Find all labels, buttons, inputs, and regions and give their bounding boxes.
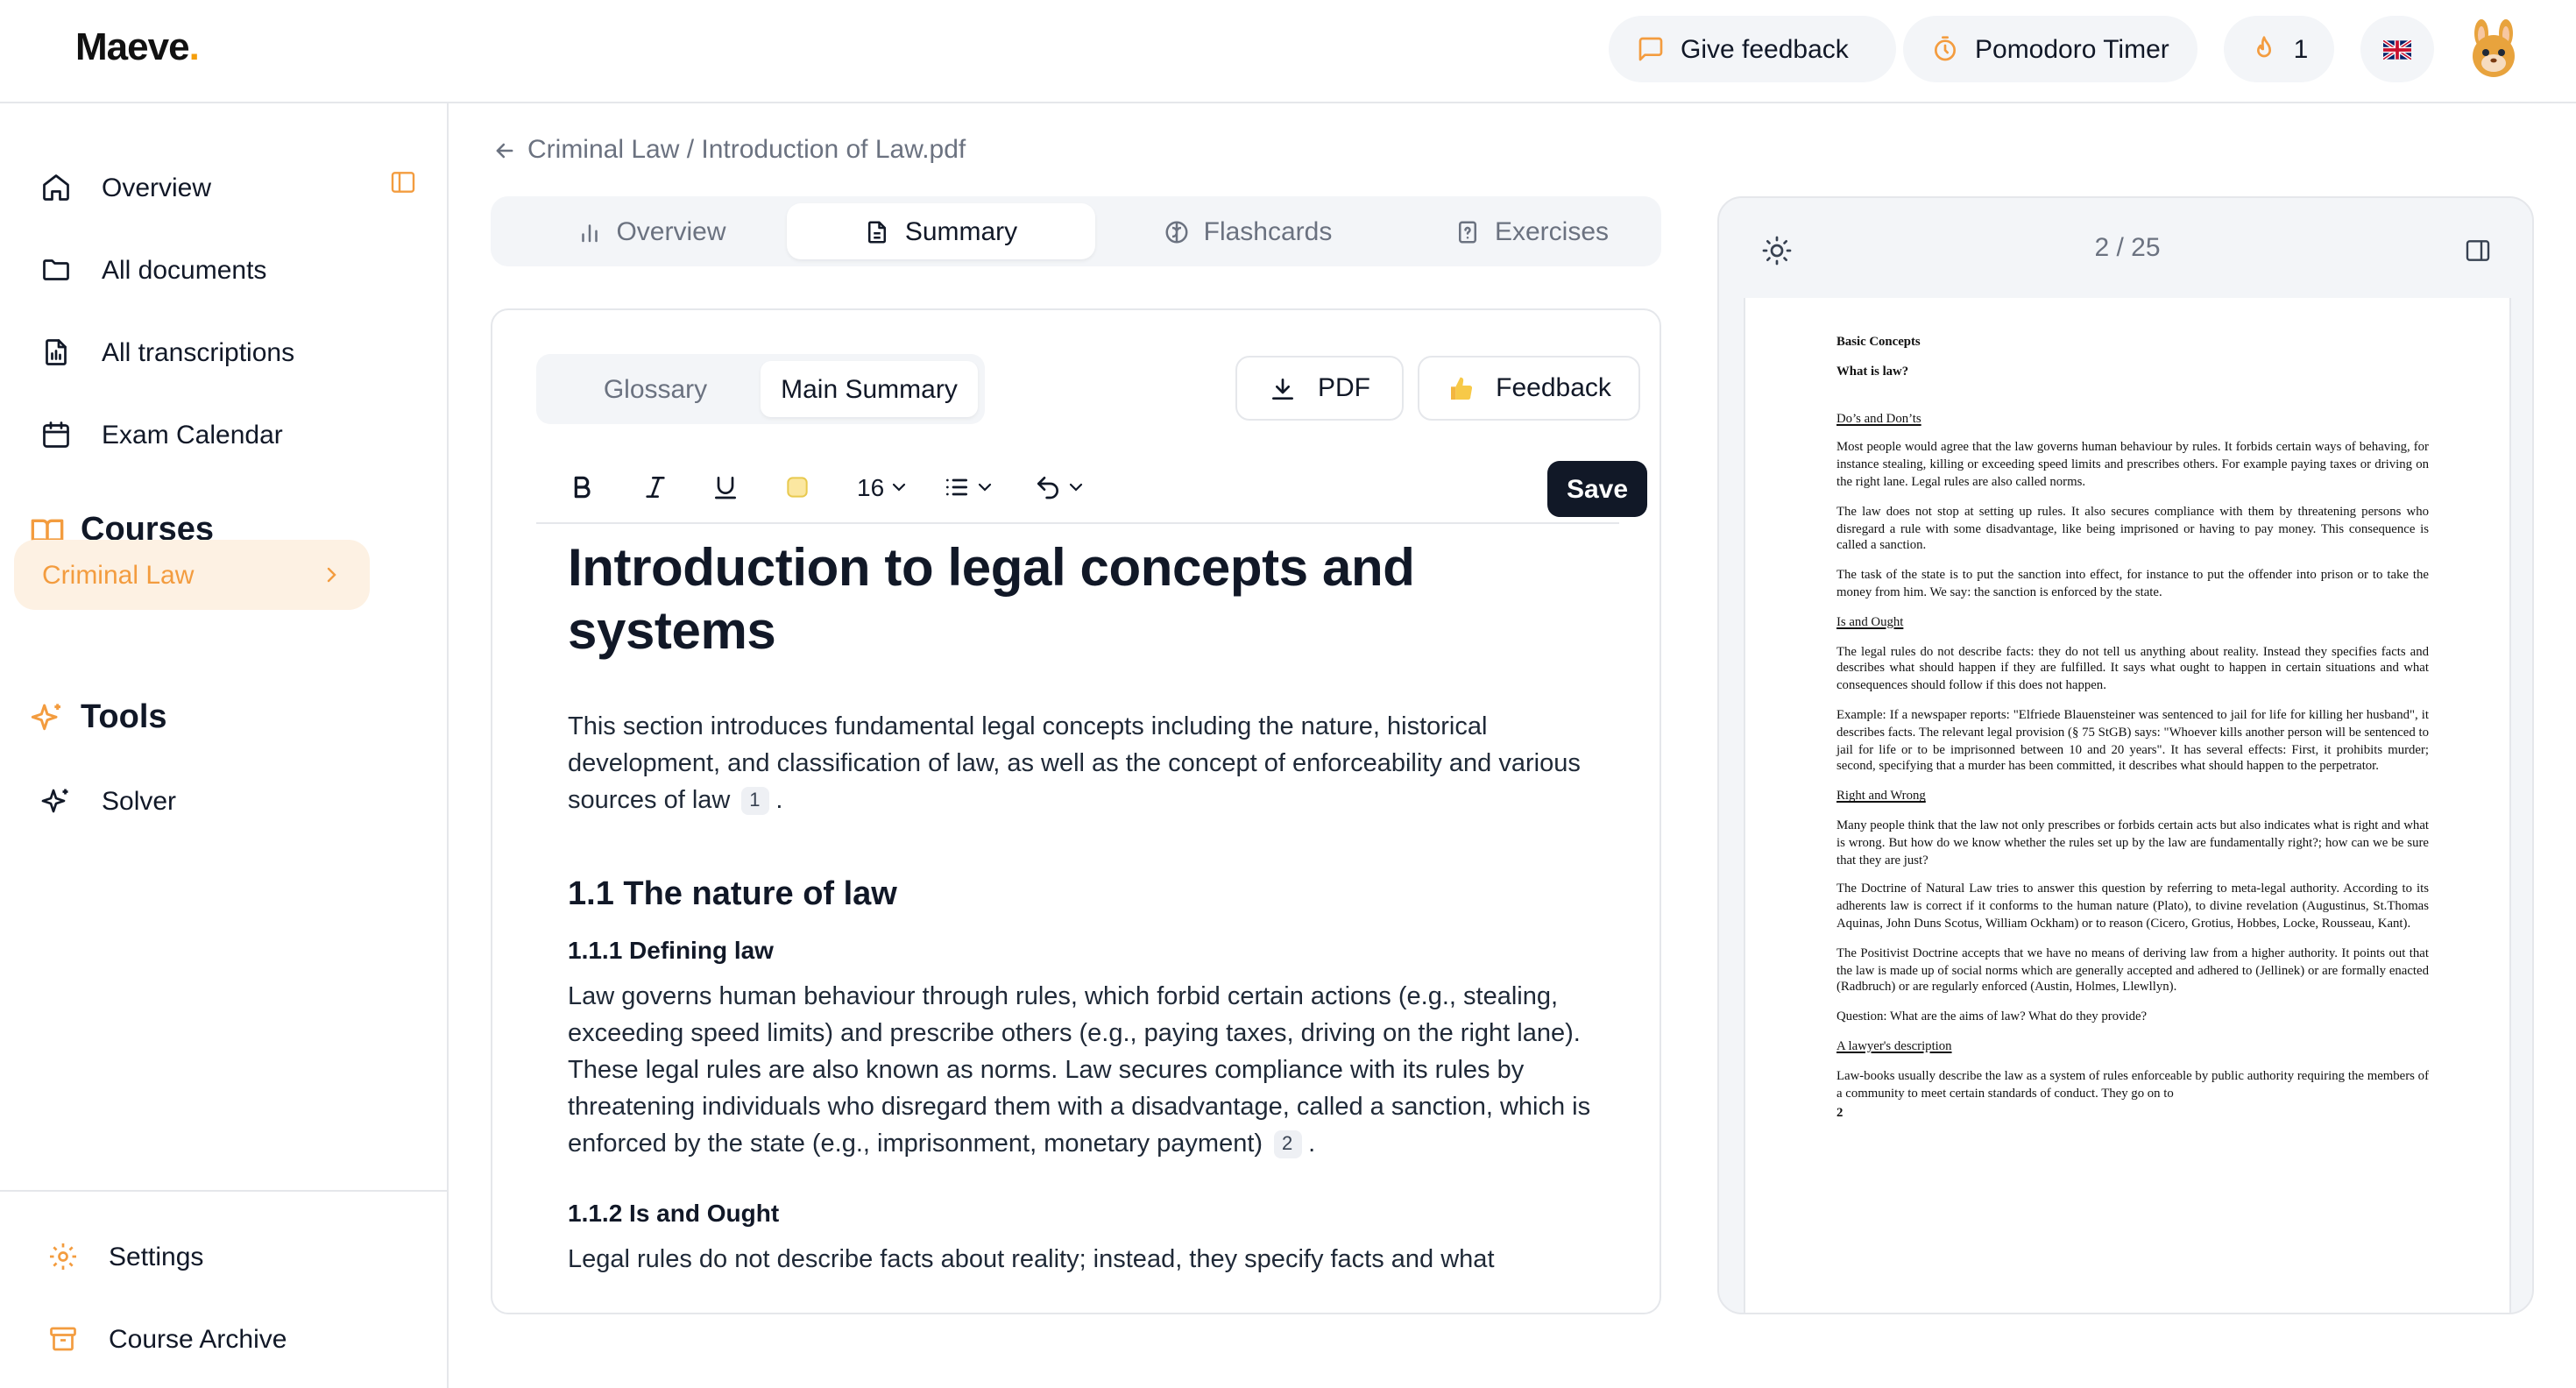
intro-paragraph: This section introduces fundamental lega… (568, 713, 1581, 816)
sidebar-item-exam-calendar[interactable]: Exam Calendar (40, 414, 283, 456)
bunny-avatar-icon[interactable] (2464, 19, 2523, 79)
glossary-toggle[interactable]: Glossary (543, 361, 768, 417)
breadcrumb[interactable]: Criminal Law / Introduction of Law.pdf (492, 135, 966, 165)
flame-icon (2250, 35, 2278, 63)
tab-flashcards[interactable]: Flashcards (1115, 203, 1381, 259)
top-header: Maeve. Give feedback Pomodoro Timer 1 (0, 0, 2576, 103)
tab-exercises[interactable]: Exercises (1409, 203, 1654, 259)
pomodoro-timer-button[interactable]: Pomodoro Timer (1903, 16, 2197, 82)
arrow-left-icon[interactable] (492, 138, 517, 162)
folder-icon (40, 254, 72, 286)
subsection-heading: 1.1.1 Defining law (568, 936, 774, 964)
panel-toggle-icon[interactable] (2464, 237, 2492, 265)
sidebar-bottom: Settings Course Archive (0, 1190, 449, 1388)
bar-chart-icon (576, 218, 602, 244)
page-indicator: 2 / 25 (2094, 233, 2161, 263)
home-icon (40, 172, 72, 203)
transcription-icon (40, 336, 72, 368)
sidebar-item-solver[interactable]: Solver (40, 780, 176, 822)
pdf-viewer: 2 / 25 Basic Concepts What is law? Do’s … (1717, 196, 2534, 1314)
tools-section-title: Tools (30, 699, 167, 738)
chevron-down-icon (888, 477, 909, 498)
thumbs-up-icon (1447, 374, 1475, 402)
document-tabs: Overview Summary Flashcards Exercises (491, 196, 1661, 266)
underline-button[interactable] (711, 468, 740, 506)
list-select[interactable] (943, 468, 995, 506)
undo-icon (1034, 473, 1062, 501)
chevron-down-icon (1065, 477, 1086, 498)
uk-flag-icon (2383, 39, 2411, 59)
italic-icon (641, 473, 669, 501)
question-file-icon (1454, 218, 1481, 244)
feedback-button[interactable]: Feedback (1418, 356, 1640, 421)
summary-content[interactable]: Introduction to legal concepts and syste… (568, 538, 1602, 1279)
tab-overview[interactable]: Overview (498, 203, 804, 259)
bold-icon (568, 473, 596, 501)
sidebar-item-settings[interactable]: Settings (47, 1236, 203, 1278)
tab-summary[interactable]: Summary (787, 203, 1095, 259)
section-heading: 1.1 The nature of law (568, 876, 897, 913)
subsection-heading: 1.1.2 Is and Ought (568, 1199, 780, 1227)
gear-icon (47, 1241, 79, 1272)
pdf-download-button[interactable]: PDF (1235, 356, 1404, 421)
sidebar-item-all-documents[interactable]: All documents (40, 249, 266, 291)
font-size-select[interactable]: 16 (857, 468, 909, 506)
undo-select[interactable] (1034, 468, 1086, 506)
calendar-icon (40, 419, 72, 450)
summary-editor: Glossary Main Summary PDF Feedback 16 Sa… (491, 308, 1661, 1314)
download-icon (1269, 374, 1297, 402)
italic-button[interactable] (641, 468, 669, 506)
language-button[interactable] (2360, 16, 2434, 82)
sparkles-icon (30, 701, 65, 736)
chevron-down-icon (974, 477, 995, 498)
highlight-button[interactable] (783, 468, 811, 506)
formatting-toolbar: 16 Save (536, 450, 1647, 524)
pdf-page[interactable]: Basic Concepts What is law? Do’s and Don… (1744, 298, 2511, 1313)
save-button[interactable]: Save (1547, 461, 1647, 517)
sidebar-item-course-archive[interactable]: Course Archive (47, 1318, 287, 1360)
sidebar-item-all-transcriptions[interactable]: All transcriptions (40, 331, 294, 373)
sidebar: Overview All documents All transcription… (0, 103, 449, 1388)
body-paragraph: Legal rules do not describe facts about … (568, 1246, 1495, 1274)
summary-title: Introduction to legal concepts and syste… (568, 540, 1415, 661)
timer-icon (1931, 35, 1959, 63)
sidebar-course-criminal-law[interactable]: Criminal Law (14, 540, 370, 610)
sidebar-item-overview[interactable]: Overview (40, 166, 211, 209)
give-feedback-button[interactable]: Give feedback (1609, 16, 1896, 82)
list-icon (943, 473, 971, 501)
chevron-right-icon (321, 564, 342, 585)
bold-button[interactable] (568, 468, 596, 506)
sidebar-toggle-icon[interactable] (389, 168, 417, 196)
highlight-color-icon (783, 473, 811, 501)
citation-badge[interactable]: 1 (740, 787, 769, 816)
summary-type-toggle: Glossary Main Summary (536, 354, 985, 424)
message-icon (1637, 35, 1665, 63)
main-summary-toggle[interactable]: Main Summary (761, 361, 978, 417)
archive-icon (47, 1323, 79, 1355)
citation-badge[interactable]: 2 (1273, 1130, 1302, 1159)
sparkle-icon (40, 785, 72, 817)
body-paragraph: Law governs human behaviour through rule… (568, 983, 1591, 1159)
app-logo[interactable]: Maeve. (75, 25, 200, 70)
streak-button[interactable]: 1 (2224, 16, 2334, 82)
document-icon (865, 218, 891, 244)
underline-icon (711, 473, 740, 501)
pdf-page-text: Basic Concepts What is law? Do’s and Don… (1836, 333, 2429, 1121)
brain-icon (1164, 218, 1190, 244)
